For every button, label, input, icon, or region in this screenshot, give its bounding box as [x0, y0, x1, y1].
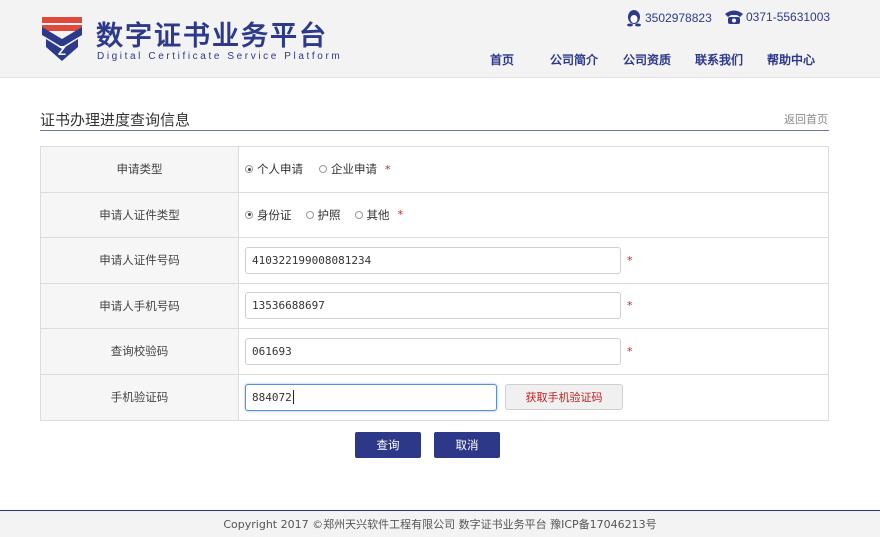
nav-help[interactable]: 帮助中心 — [767, 51, 815, 68]
form-row-query-code: 查询校验码 061693 * — [41, 329, 828, 375]
radio-selected-icon — [245, 210, 253, 219]
radio-label: 身份证 — [257, 207, 292, 222]
form-row-mobile: 申请人手机号码 13536688697 * — [41, 283, 828, 329]
required-mark: * — [627, 253, 633, 267]
required-mark: * — [385, 162, 391, 176]
radio-unselected-icon — [305, 210, 314, 219]
radio-passport[interactable]: 护照 — [305, 207, 341, 223]
form-row-id-number: 申请人证件号码 410322199008081234 * — [41, 238, 828, 284]
radio-unselected-icon — [319, 165, 327, 174]
radio-unselected-icon — [354, 210, 363, 219]
nav-contact[interactable]: 联系我们 — [695, 51, 743, 68]
copyright-text: Copyright 2017 ©郑州天兴软件工程有限公司 数字证书业务平台 豫I… — [223, 518, 657, 531]
brand-subtitle: Digital Certificate Service Platform — [97, 51, 343, 62]
site-footer: Copyright 2017 ©郑州天兴软件工程有限公司 数字证书业务平台 豫I… — [0, 510, 880, 537]
radio-label: 企业申请 — [331, 162, 377, 177]
text-caret — [292, 390, 294, 405]
field-label: 申请人证件号码 — [41, 238, 239, 283]
radio-id-card[interactable]: 身份证 — [245, 207, 292, 223]
page-title: 证书办理进度查询信息 — [40, 111, 191, 129]
radio-enterprise[interactable]: 企业申请 — [319, 161, 377, 177]
phone-contact: 0371-55631003 — [724, 9, 830, 25]
svg-text:Z: Z — [58, 43, 66, 58]
field-label: 申请人手机号码 — [41, 283, 239, 328]
mobile-input[interactable]: 13536688697 — [245, 292, 621, 320]
sms-code-input[interactable]: 884072 — [245, 383, 497, 411]
required-mark: * — [627, 299, 633, 313]
required-mark: * — [397, 208, 404, 222]
query-button[interactable]: 查询 — [355, 432, 421, 458]
apply-type-radio-group: 个人申请 企业申请 * — [239, 147, 828, 192]
form-row-apply-type: 申请类型 个人申请 企业申请 * — [41, 147, 828, 193]
cancel-button[interactable]: 取消 — [434, 432, 500, 458]
site-header: Z 数字证书业务平台 Digital Certificate Service P… — [0, 0, 880, 78]
qq-number: 3502978823 — [645, 11, 712, 25]
brand-title: 数字证书业务平台 — [96, 21, 328, 52]
telephone-icon — [725, 10, 743, 24]
radio-personal[interactable]: 个人申请 — [245, 161, 303, 177]
id-type-radio-group: 身份证 护照 其他 * — [239, 193, 828, 238]
required-mark: * — [627, 344, 633, 358]
radio-label: 个人申请 — [257, 162, 303, 177]
form-row-id-type: 申请人证件类型 身份证 护照 其他 * — [41, 192, 828, 238]
nav-about[interactable]: 公司简介 — [550, 51, 598, 68]
back-home-link[interactable]: 返回首页 — [784, 111, 828, 127]
query-code-input[interactable]: 061693 — [245, 337, 621, 365]
radio-label: 其他 — [366, 207, 390, 222]
sms-code-value: 884072 — [252, 390, 292, 404]
qq-penguin-icon — [627, 10, 641, 27]
certificate-shield-logo-icon[interactable]: Z — [40, 15, 84, 63]
field-label: 申请人证件类型 — [41, 192, 239, 237]
id-number-input[interactable]: 410322199008081234 — [245, 246, 621, 274]
field-label: 申请类型 — [41, 147, 239, 192]
title-divider — [40, 130, 829, 131]
field-label: 查询校验码 — [41, 329, 239, 374]
form-row-sms-code: 手机验证码 884072 获取手机验证码 — [41, 374, 828, 420]
query-form: 申请类型 个人申请 企业申请 * 申请人证件类型 身份证 护照 其他 * 申请人… — [40, 146, 829, 421]
nav-home[interactable]: 首页 — [490, 51, 514, 68]
field-label: 手机验证码 — [41, 374, 239, 420]
radio-label: 护照 — [317, 207, 341, 222]
qq-contact: 3502978823 — [625, 9, 712, 27]
phone-number: 0371-55631003 — [746, 10, 831, 24]
radio-other[interactable]: 其他 — [354, 207, 390, 223]
nav-qualification[interactable]: 公司资质 — [623, 51, 671, 68]
radio-selected-icon — [245, 165, 253, 174]
get-sms-code-button[interactable]: 获取手机验证码 — [505, 384, 623, 411]
